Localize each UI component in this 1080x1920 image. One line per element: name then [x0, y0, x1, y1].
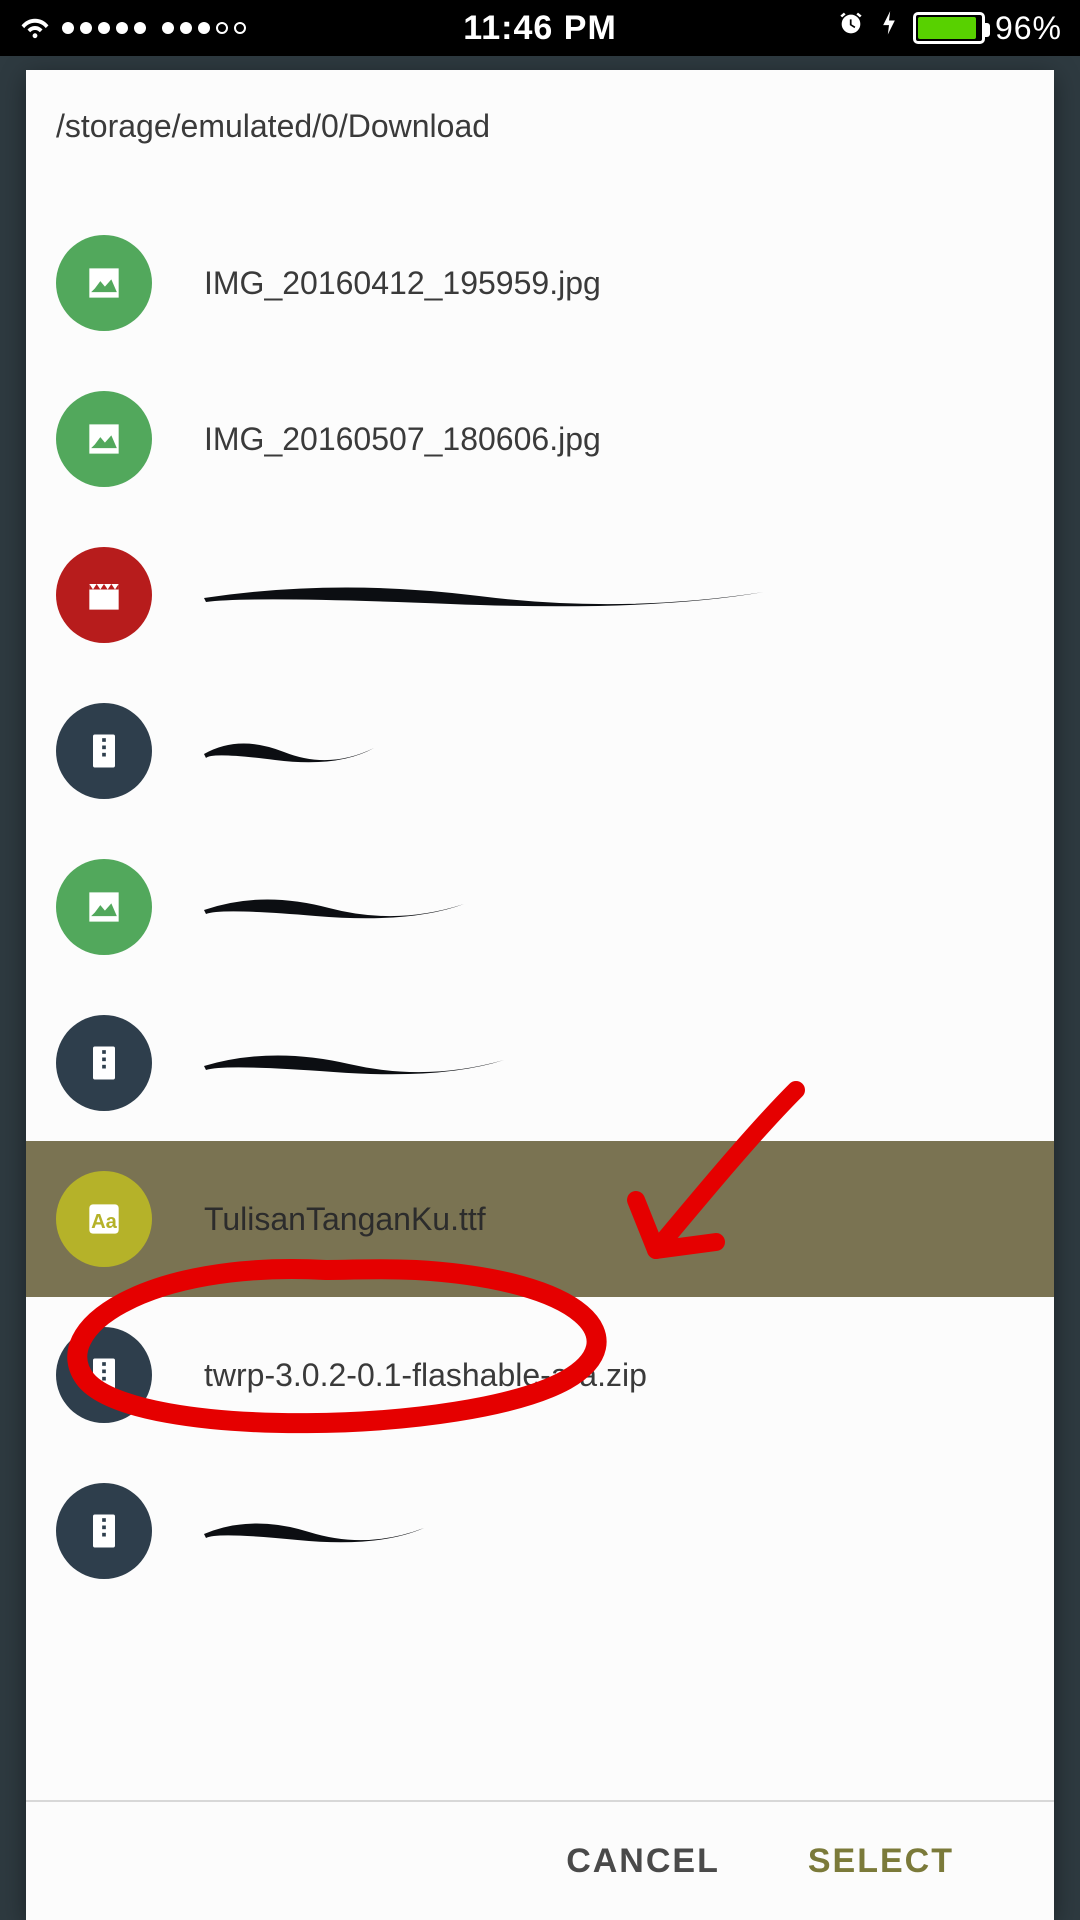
file-row[interactable] — [26, 829, 1054, 985]
select-button[interactable]: SELECT — [808, 1842, 954, 1881]
filename-label: IMG_20160507_180606.jpg — [204, 421, 601, 458]
redacted-filename — [204, 580, 774, 610]
image-file-icon — [56, 235, 152, 331]
archive-file-icon — [56, 1483, 152, 1579]
archive-file-icon — [56, 1327, 152, 1423]
battery-percent: 96% — [995, 10, 1062, 47]
status-time: 11:46 PM — [463, 9, 617, 48]
wifi-icon — [18, 7, 52, 49]
file-row[interactable] — [26, 985, 1054, 1141]
file-row[interactable]: Aa TulisanTanganKu.ttf — [26, 1141, 1054, 1297]
file-picker-modal: /storage/emulated/0/Download IMG_2016041… — [26, 70, 1054, 1920]
redacted-filename — [204, 736, 384, 766]
redacted-filename — [204, 1516, 434, 1546]
file-row[interactable] — [26, 673, 1054, 829]
file-row[interactable]: IMG_20160412_195959.jpg — [26, 205, 1054, 361]
filename-label: twrp-3.0.2-0.1-flashable-ara.zip — [204, 1357, 647, 1394]
status-right: 96% — [837, 10, 1062, 47]
battery-icon — [913, 12, 985, 44]
image-file-icon — [56, 391, 152, 487]
status-left — [18, 7, 246, 49]
redacted-filename — [204, 1048, 514, 1078]
status-bar: 11:46 PM 96% — [0, 0, 1080, 56]
file-row[interactable] — [26, 1453, 1054, 1609]
archive-file-icon — [56, 1015, 152, 1111]
file-list[interactable]: IMG_20160412_195959.jpg IMG_20160507_1806… — [26, 205, 1054, 1800]
filename-label: TulisanTanganKu.ttf — [204, 1201, 486, 1238]
file-row[interactable] — [26, 517, 1054, 673]
image-file-icon — [56, 859, 152, 955]
signal-dots-2 — [162, 22, 246, 34]
video-file-icon — [56, 547, 152, 643]
redacted-filename — [204, 892, 474, 922]
cancel-button[interactable]: CANCEL — [566, 1842, 720, 1881]
charge-icon — [875, 10, 903, 46]
alarm-icon — [837, 10, 865, 46]
filename-label: IMG_20160412_195959.jpg — [204, 265, 601, 302]
modal-footer: CANCEL SELECT — [26, 1800, 1054, 1920]
file-row[interactable]: twrp-3.0.2-0.1-flashable-ara.zip — [26, 1297, 1054, 1453]
signal-dots-1 — [62, 22, 146, 34]
current-path: /storage/emulated/0/Download — [26, 70, 1054, 205]
file-row[interactable]: IMG_20160507_180606.jpg — [26, 361, 1054, 517]
archive-file-icon — [56, 703, 152, 799]
svg-text:Aa: Aa — [91, 1211, 118, 1233]
font-file-icon: Aa — [56, 1171, 152, 1267]
